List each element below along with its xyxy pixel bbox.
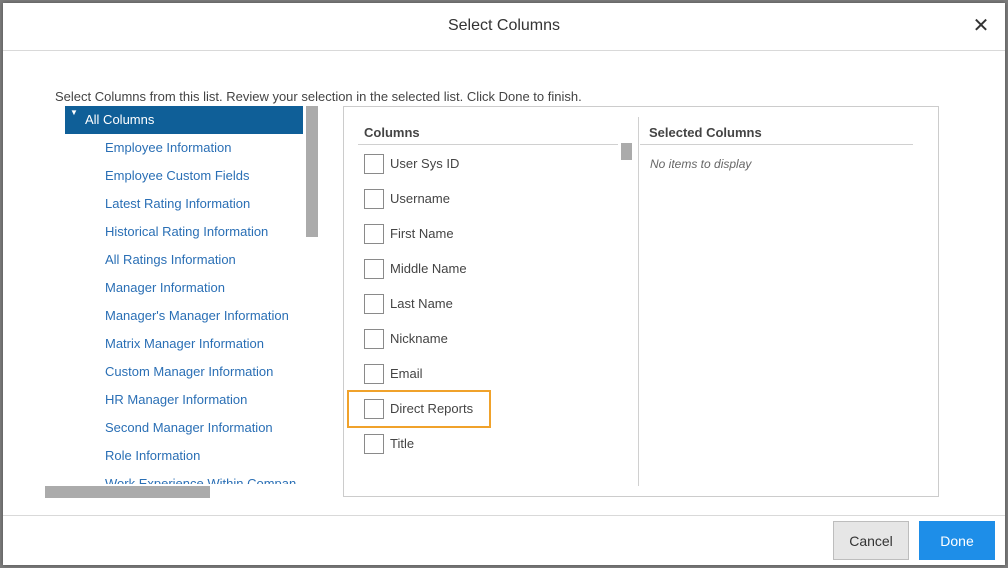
category-item[interactable]: Work Experience Within Compan xyxy=(105,470,296,484)
category-horizontal-scrollbar[interactable] xyxy=(45,486,210,498)
column-label: Username xyxy=(390,191,450,206)
no-items-text: No items to display xyxy=(650,157,752,171)
column-label: Nickname xyxy=(390,331,448,346)
category-item[interactable]: Historical Rating Information xyxy=(105,218,268,246)
column-label: First Name xyxy=(390,226,454,241)
columns-header: Columns xyxy=(364,125,420,140)
cancel-button[interactable]: Cancel xyxy=(833,521,909,560)
column-label: Direct Reports xyxy=(390,401,474,416)
checkbox[interactable] xyxy=(364,364,384,384)
category-item[interactable]: Latest Rating Information xyxy=(105,190,250,218)
category-item[interactable]: Matrix Manager Information xyxy=(105,330,264,358)
done-button[interactable]: Done xyxy=(919,521,995,560)
category-panel: ▼ All Columns Employee Information Emplo… xyxy=(45,106,320,498)
category-item[interactable]: Manager's Manager Information xyxy=(105,302,289,330)
category-item[interactable]: Manager Information xyxy=(105,274,225,302)
dialog-header: Select Columns ✕ xyxy=(3,3,1005,51)
checkbox[interactable] xyxy=(364,259,384,279)
columns-divider xyxy=(358,144,618,145)
checkbox[interactable] xyxy=(364,329,384,349)
checkbox[interactable] xyxy=(364,399,384,419)
category-list: ▼ All Columns Employee Information Emplo… xyxy=(65,106,303,484)
category-selected-label: All Columns xyxy=(85,112,155,127)
close-icon[interactable]: ✕ xyxy=(971,16,991,36)
checkbox[interactable] xyxy=(364,154,384,174)
checkbox[interactable] xyxy=(364,224,384,244)
category-item[interactable]: Second Manager Information xyxy=(105,414,273,442)
dialog-footer: Cancel Done xyxy=(3,515,1005,566)
columns-separator xyxy=(638,117,639,486)
selected-columns-header: Selected Columns xyxy=(649,125,762,140)
checkbox[interactable] xyxy=(364,294,384,314)
selected-columns-divider xyxy=(640,144,913,145)
category-item[interactable]: Employee Custom Fields xyxy=(105,162,250,190)
columns-box: Columns User Sys ID Username First Name … xyxy=(343,106,939,497)
category-item[interactable]: Custom Manager Information xyxy=(105,358,273,386)
column-label: User Sys ID xyxy=(390,156,460,171)
dialog-title: Select Columns xyxy=(447,17,561,34)
columns-scrollbar[interactable] xyxy=(621,143,632,160)
checkbox[interactable] xyxy=(364,189,384,209)
category-item-all-columns[interactable]: ▼ All Columns xyxy=(65,106,303,134)
category-item[interactable]: Employee Information xyxy=(105,134,231,162)
category-vertical-scrollbar[interactable] xyxy=(306,106,318,237)
column-label: Last Name xyxy=(390,296,453,311)
category-item[interactable]: Role Information xyxy=(105,442,200,470)
category-item[interactable]: All Ratings Information xyxy=(105,246,236,274)
category-item[interactable]: HR Manager Information xyxy=(105,386,247,414)
column-label: Middle Name xyxy=(390,261,467,276)
expand-triangle-icon[interactable]: ▼ xyxy=(70,109,78,117)
instructions-text: Select Columns from this list. Review yo… xyxy=(55,89,582,104)
checkbox[interactable] xyxy=(364,434,384,454)
column-label: Title xyxy=(390,436,415,451)
select-columns-dialog: Select Columns ✕ Select Columns from thi… xyxy=(3,3,1005,565)
column-label: Email xyxy=(390,366,423,381)
